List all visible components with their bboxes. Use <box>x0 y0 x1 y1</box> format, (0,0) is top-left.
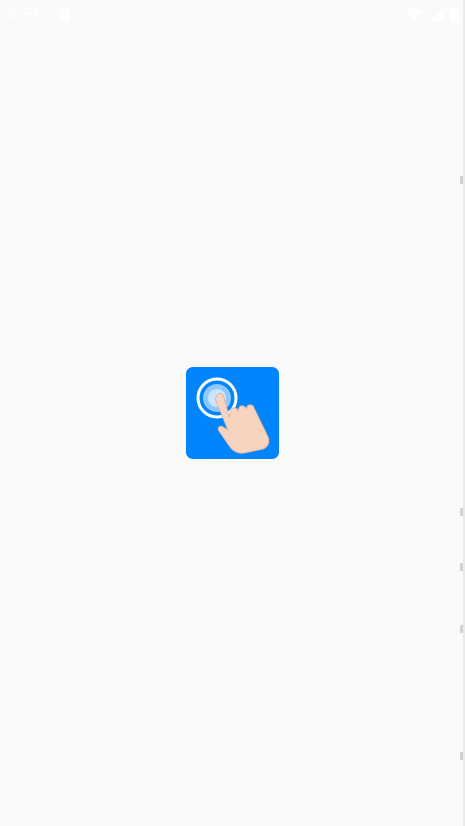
edge-mark <box>460 625 463 633</box>
signal-icon <box>429 8 444 22</box>
wifi-icon <box>405 8 423 22</box>
status-bar: 8:51 <box>0 0 465 32</box>
tap-finger-icon <box>196 377 270 454</box>
edge-mark <box>460 563 463 571</box>
status-time: 8:51 <box>8 6 41 23</box>
status-icons <box>405 6 459 24</box>
edge-mark <box>460 176 463 184</box>
battery-icon <box>450 7 459 23</box>
edge-mark <box>460 752 463 760</box>
notification-icon <box>59 8 71 22</box>
edge-mark <box>460 508 463 516</box>
splash-screen: 8:51 <box>0 0 465 826</box>
app-logo <box>186 367 279 459</box>
